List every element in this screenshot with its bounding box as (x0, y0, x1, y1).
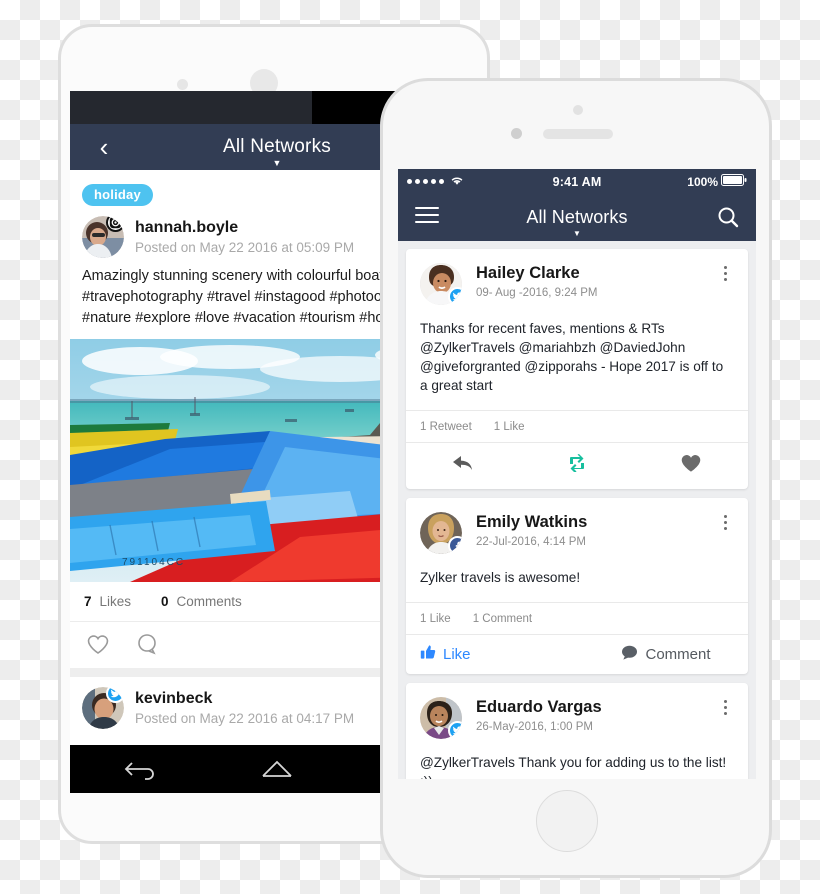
post-date: 09- Aug -2016, 9:24 PM (476, 287, 598, 299)
android-front-camera (177, 79, 188, 90)
back-chevron-icon[interactable]: ‹ (90, 132, 118, 162)
ios-screen: 9:41 AM 100% All Networks ▼ Hailey Clark… (398, 169, 756, 779)
comment-outline-icon[interactable] (135, 633, 159, 655)
post-counts: 1 Like 1 Comment (406, 602, 748, 634)
avatar[interactable] (420, 697, 462, 739)
likes-label: Likes (99, 594, 132, 609)
post-author[interactable]: hannah.boyle (135, 218, 354, 237)
avatar[interactable] (420, 512, 462, 554)
post-body: Thanks for recent faves, mentions & RTs … (420, 321, 724, 393)
card-header: Eduardo Vargas 26-May-2016, 1:00 PM (406, 683, 748, 739)
post-author[interactable]: Eduardo Vargas (476, 697, 716, 717)
android-back-icon[interactable] (118, 756, 160, 782)
facebook-badge-icon (448, 536, 462, 554)
facebook-action-bar: Like Comment (406, 634, 748, 674)
ios-home-button[interactable] (536, 790, 598, 852)
avatar[interactable] (420, 263, 462, 305)
like-label: Like (443, 645, 471, 663)
android-home-icon[interactable] (256, 756, 298, 782)
comment-count: 1 Comment (472, 613, 533, 625)
post-date: 22-Jul-2016, 4:14 PM (476, 536, 586, 548)
post-meta: kevinbeck Posted on May 22 2016 at 04:17… (135, 689, 354, 728)
photo-hull-number: 791104CC (122, 557, 185, 568)
heart-outline-icon[interactable] (86, 633, 110, 655)
post-author[interactable]: kevinbeck (135, 689, 354, 708)
comments-count: 0 (161, 594, 169, 609)
thumbs-up-icon (420, 644, 436, 664)
comment-label: Comment (645, 645, 711, 663)
twitter-badge-icon (106, 687, 124, 703)
comments-label: Comments (176, 594, 242, 609)
retweet-button[interactable] (520, 453, 634, 478)
post-card: Hailey Clarke 09- Aug -2016, 9:24 PM Tha… (406, 249, 748, 489)
like-button[interactable]: Like (406, 644, 584, 664)
android-status-strip (70, 91, 312, 124)
kebab-menu-icon[interactable] (716, 697, 734, 718)
tag-holiday[interactable]: holiday (82, 184, 153, 206)
twitter-badge-icon (448, 287, 462, 305)
card-header: Emily Watkins 22-Jul-2016, 4:14 PM (406, 498, 748, 554)
post-date: 26-May-2016, 1:00 PM (476, 721, 593, 733)
twitter-action-bar (406, 442, 748, 489)
comment-bubble-icon (621, 645, 638, 664)
post-counts: 1 Retweet 1 Like (406, 410, 748, 442)
comment-button[interactable]: Comment (584, 644, 748, 664)
kebab-menu-icon[interactable] (716, 263, 734, 284)
reply-icon (452, 454, 474, 477)
retweet-icon (566, 454, 588, 477)
search-icon[interactable] (716, 205, 740, 234)
post-body: Zylker travels is awesome! (420, 570, 581, 585)
post-author[interactable]: Hailey Clarke (476, 263, 716, 283)
battery-icon (721, 174, 747, 189)
post-meta: hannah.boyle Posted on May 22 2016 at 05… (135, 218, 354, 257)
battery-percent-label: 100% (687, 174, 718, 189)
reply-button[interactable] (406, 453, 520, 478)
ios-page-title: All Networks (526, 207, 628, 227)
heart-filled-icon (680, 453, 702, 478)
card-header: Hailey Clarke 09- Aug -2016, 9:24 PM (406, 249, 748, 305)
chevron-down-icon[interactable]: ▼ (398, 230, 756, 238)
ios-nav-bar: All Networks ▼ (398, 194, 756, 241)
post-author[interactable]: Emily Watkins (476, 512, 716, 532)
instagram-badge-icon (106, 216, 124, 232)
favorite-button[interactable] (634, 453, 748, 478)
ios-proximity-sensor (511, 128, 522, 139)
post-card: Eduardo Vargas 26-May-2016, 1:00 PM @Zyl… (406, 683, 748, 779)
card-meta: Eduardo Vargas 26-May-2016, 1:00 PM (476, 697, 716, 735)
hamburger-menu-icon[interactable] (415, 207, 439, 227)
retweet-count: 1 Retweet (420, 421, 472, 433)
post-date: Posted on May 22 2016 at 04:17 PM (135, 710, 355, 726)
ios-battery-group: 100% (687, 174, 747, 189)
like-count: 1 Like (493, 421, 525, 433)
ios-front-camera (573, 105, 583, 115)
kebab-menu-icon[interactable] (716, 512, 734, 533)
likes-count: 7 (84, 594, 92, 609)
ios-phone-device: 9:41 AM 100% All Networks ▼ Hailey Clark… (380, 78, 772, 878)
ios-earpiece-speaker (543, 129, 613, 139)
card-meta: Hailey Clarke 09- Aug -2016, 9:24 PM (476, 263, 716, 301)
post-body: @ZylkerTravels Thank you for adding us t… (420, 755, 727, 779)
post-card: Emily Watkins 22-Jul-2016, 4:14 PM Zylke… (406, 498, 748, 674)
like-count: 1 Like (420, 613, 451, 625)
twitter-badge-icon (448, 721, 462, 739)
ios-status-bar: 9:41 AM 100% (398, 169, 756, 194)
ios-feed: Hailey Clarke 09- Aug -2016, 9:24 PM Tha… (398, 241, 756, 779)
avatar[interactable] (82, 687, 124, 729)
post-date: Posted on May 22 2016 at 05:09 PM (135, 239, 355, 255)
card-meta: Emily Watkins 22-Jul-2016, 4:14 PM (476, 512, 716, 550)
avatar[interactable] (82, 216, 124, 258)
